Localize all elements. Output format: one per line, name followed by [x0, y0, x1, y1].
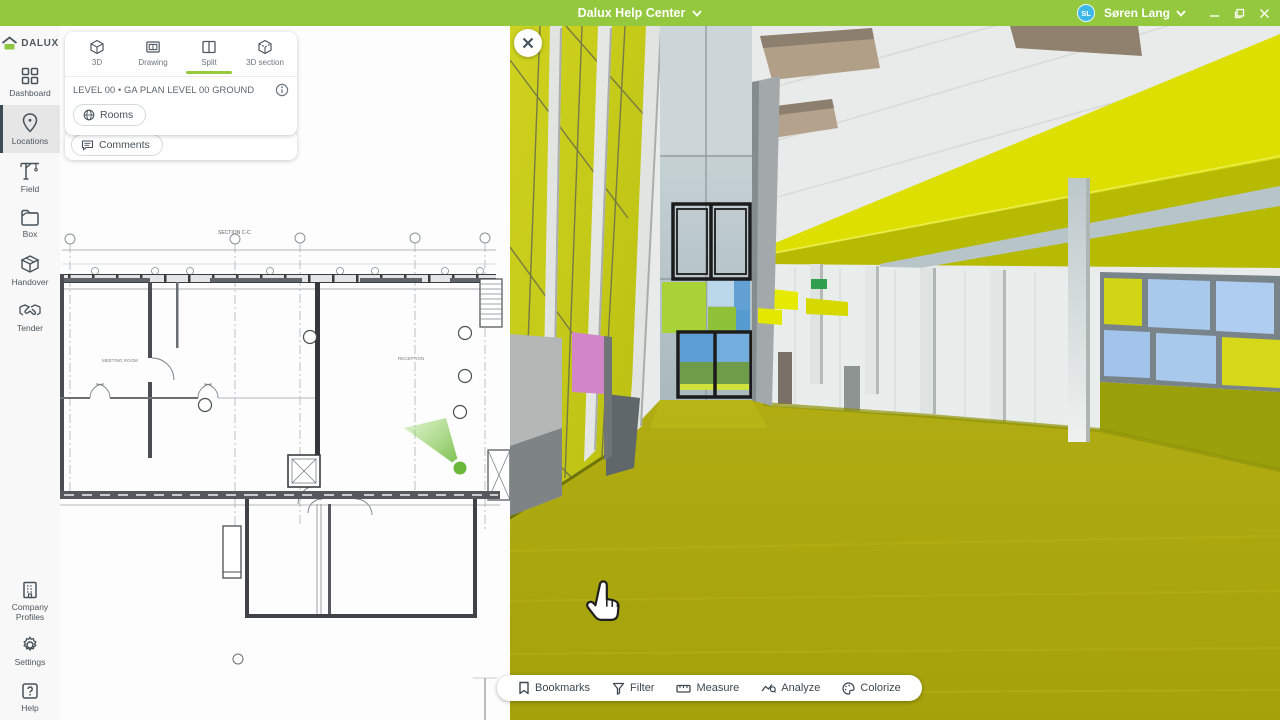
- location-pin-icon: [20, 112, 40, 134]
- plan-room-label: MEETING ROOM: [102, 358, 138, 363]
- pink-accent-panel: [572, 332, 604, 394]
- user-menu[interactable]: Søren Lang: [1104, 6, 1186, 20]
- tab-label: Split: [201, 58, 217, 67]
- filter-icon: [612, 682, 625, 695]
- foreground-column: [1068, 178, 1090, 442]
- chevron-down-icon: [1176, 10, 1186, 17]
- handover-box-icon: [19, 253, 41, 275]
- sidebar-item-company-profiles[interactable]: Company Profiles: [0, 573, 60, 629]
- viewer-toolbar: Bookmarks Filter Measure Analyze: [497, 675, 922, 701]
- user-name: Søren Lang: [1104, 6, 1170, 20]
- sidebar-item-label: Dashboard: [9, 89, 51, 99]
- level-selector-row[interactable]: LEVEL 00 • GA PLAN LEVEL 00 GROUND: [65, 76, 297, 102]
- titlebar-right: SL Søren Lang: [1077, 0, 1274, 26]
- view-mode-card: 3D Drawing Sp: [65, 32, 297, 135]
- window-controls: [1209, 8, 1270, 19]
- sidebar-item-handover[interactable]: Handover: [0, 246, 60, 294]
- analyze-icon: [761, 682, 776, 694]
- sidebar-item-label: Handover: [12, 278, 49, 288]
- handshake-icon: [18, 301, 42, 321]
- folder-box-icon: [19, 207, 41, 227]
- level-label: LEVEL 00 • GA PLAN LEVEL 00 GROUND: [73, 85, 275, 95]
- sidebar-item-box[interactable]: Box: [0, 200, 60, 246]
- dalux-app-window: Dalux Help Center SL Søren Lang DALUX: [0, 0, 1280, 720]
- plan-section-label: SECTION C-C: [218, 230, 251, 236]
- bookmarks-button[interactable]: Bookmarks: [509, 675, 599, 701]
- sidebar-item-label: Box: [23, 230, 38, 240]
- bookmark-icon: [518, 681, 530, 695]
- minimize-button[interactable]: [1209, 8, 1220, 19]
- tab-label: 3D section: [246, 58, 284, 67]
- sidebar-item-label: Locations: [12, 137, 48, 147]
- sidebar-item-label: Field: [21, 185, 39, 195]
- logo-text: DALUX: [21, 38, 58, 49]
- sidebar-item-label: Tender: [17, 324, 43, 334]
- plan-room-label: RECEPTION: [398, 356, 424, 361]
- tab-3d-section[interactable]: 3D section: [237, 39, 293, 76]
- sidebar: DALUX Dashboard Locations: [0, 26, 60, 720]
- dalux-house-icon: [1, 36, 18, 51]
- help-icon: [20, 681, 40, 701]
- viewer-3d-pane[interactable]: [510, 26, 1280, 720]
- close-icon: [522, 37, 534, 49]
- tool-label: Bookmarks: [535, 682, 590, 694]
- view-mode-tabs: 3D Drawing Sp: [65, 32, 297, 76]
- sidebar-item-field[interactable]: Field: [0, 153, 60, 201]
- close-viewer-button[interactable]: [514, 29, 542, 57]
- ruler-icon: [676, 683, 691, 694]
- tool-label: Colorize: [860, 682, 900, 694]
- maximize-button[interactable]: [1234, 8, 1245, 19]
- sidebar-item-help[interactable]: Help: [0, 674, 60, 720]
- analyze-button[interactable]: Analyze: [752, 675, 829, 701]
- palette-icon: [842, 682, 855, 695]
- tool-label: Filter: [630, 682, 654, 694]
- comments-button[interactable]: Comments: [71, 134, 163, 156]
- tool-label: Analyze: [781, 682, 820, 694]
- drawing-pane[interactable]: SECTION C-C: [60, 26, 510, 720]
- comments-button-label: Comments: [99, 139, 150, 151]
- crane-icon: [19, 160, 41, 182]
- tool-label: Measure: [696, 682, 739, 694]
- tab-drawing[interactable]: Drawing: [125, 39, 181, 76]
- atrium-glazing: [660, 26, 752, 400]
- sidebar-item-dashboard[interactable]: Dashboard: [0, 59, 60, 105]
- sidebar-item-tender[interactable]: Tender: [0, 294, 60, 340]
- filter-button[interactable]: Filter: [603, 675, 663, 701]
- building-icon: [20, 580, 40, 600]
- right-wall: [763, 264, 1100, 430]
- info-icon[interactable]: [275, 83, 289, 97]
- dashboard-icon: [20, 66, 40, 86]
- sidebar-item-label: Help: [21, 704, 38, 714]
- sidebar-item-settings[interactable]: Settings: [0, 628, 60, 674]
- gear-icon: [20, 635, 40, 655]
- colorize-button[interactable]: Colorize: [833, 675, 909, 701]
- comments-icon: [81, 139, 94, 151]
- sidebar-item-locations[interactable]: Locations: [0, 105, 60, 153]
- sidebar-item-label: Company Profiles: [4, 603, 56, 623]
- avatar[interactable]: SL: [1077, 4, 1095, 22]
- rooms-globe-icon: [83, 109, 95, 121]
- measure-button[interactable]: Measure: [667, 675, 748, 701]
- chevron-down-icon: [692, 10, 702, 17]
- close-window-button[interactable]: [1259, 8, 1270, 19]
- dalux-logo[interactable]: DALUX: [1, 36, 58, 51]
- bim-3d-scene[interactable]: [510, 26, 1280, 720]
- floor-light-pool: [650, 400, 768, 428]
- tab-split[interactable]: Split: [181, 39, 237, 76]
- drawing-icon: [145, 39, 161, 55]
- tab-label: 3D: [92, 58, 102, 67]
- rooms-row: Rooms: [65, 102, 297, 135]
- tab-label: Drawing: [138, 58, 167, 67]
- tab-3d[interactable]: 3D: [69, 39, 125, 76]
- exit-sign: [811, 279, 827, 289]
- title-bar: Dalux Help Center SL Søren Lang: [0, 0, 1280, 26]
- rooms-button-label: Rooms: [100, 109, 133, 121]
- app-title: Dalux Help Center: [578, 6, 686, 20]
- rooms-button[interactable]: Rooms: [73, 104, 146, 126]
- sidebar-item-label: Settings: [15, 658, 46, 668]
- cube-3d-icon: [89, 39, 105, 55]
- split-view-icon: [201, 39, 217, 55]
- cube-section-icon: [257, 39, 273, 55]
